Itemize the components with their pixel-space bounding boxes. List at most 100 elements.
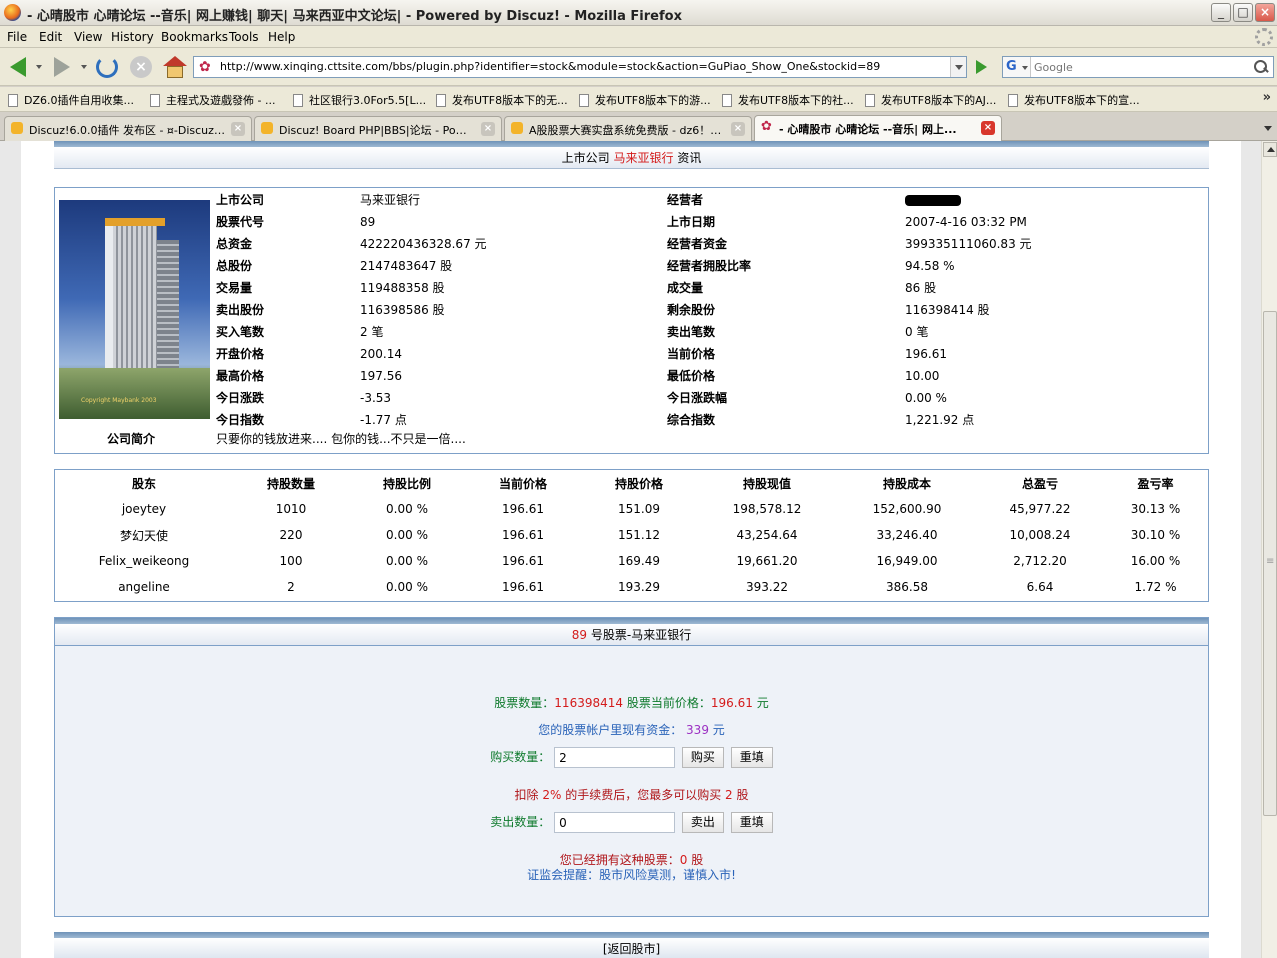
back-button[interactable] <box>4 53 32 81</box>
tab-label: A股股票大赛实盘系统免费版 - dz6！5... <box>529 124 725 137</box>
info-row: 今日涨跌 <box>216 387 264 409</box>
menu-help[interactable]: Help <box>268 30 295 44</box>
buy-button[interactable]: 购买 <box>681 747 724 768</box>
url-history-dropdown[interactable] <box>950 57 966 77</box>
risk-warning-prefix: 证监会提醒： <box>527 868 600 882</box>
bookmark-item[interactable]: 发布UTF8版本下的社... <box>722 92 854 108</box>
search-icon[interactable] <box>1253 59 1269 75</box>
minimize-button[interactable]: _ <box>1211 3 1231 22</box>
header-company-name[interactable]: 马来亚银行 <box>613 151 673 165</box>
buy-quantity-input[interactable] <box>554 747 676 768</box>
menu-bookmarks[interactable]: Bookmarks <box>161 30 228 44</box>
bookmark-item[interactable]: 主程式及遊戲發佈 - ... <box>150 92 275 108</box>
info-value: 197.56 <box>360 369 402 383</box>
bookmark-label: 发布UTF8版本下的AJ... <box>881 94 997 107</box>
maximize-button[interactable]: □ <box>1233 3 1253 22</box>
info-value: 422220436328.67 元 <box>360 237 487 251</box>
url-bar[interactable]: ✿ http://www.xinqing.cttsite.com/bbs/plu… <box>193 56 967 78</box>
menu-edit[interactable]: Edit <box>39 30 62 44</box>
tab-close-icon[interactable]: × <box>231 122 245 136</box>
table-cell: 0.00 % <box>386 502 428 516</box>
menu-file[interactable]: File <box>7 30 27 44</box>
photo-watermark: Copyright Maybank 2003 <box>81 397 157 404</box>
table-cell: 169.49 <box>618 554 660 568</box>
info-value: 10.00 <box>905 369 940 383</box>
scrollbar-thumb[interactable] <box>1263 311 1277 816</box>
table-cell: 151.12 <box>618 528 660 542</box>
info-value: 2 笔 <box>360 325 384 339</box>
page-icon <box>579 93 589 107</box>
info-row: 经营者拥股比率 <box>667 255 751 277</box>
tab-discuz-board[interactable]: Discuz! Board PHP|BBS|论坛 - Powere... × <box>254 116 502 141</box>
company-building-photo: Copyright Maybank 2003 <box>59 200 210 419</box>
info-row: 开盘价格 <box>216 343 264 365</box>
menu-history[interactable]: History <box>111 30 154 44</box>
bookmark-item[interactable]: 发布UTF8版本下的无... <box>436 92 568 108</box>
info-label: 经营者资金 <box>667 237 728 251</box>
menu-view[interactable]: View <box>74 30 102 44</box>
page-icon <box>293 93 303 107</box>
scroll-up-arrow-icon[interactable] <box>1263 142 1277 157</box>
fee-note-text: 扣除 <box>514 788 539 802</box>
bookmark-item[interactable]: 社区银行3.0For5.5[L... <box>293 92 426 108</box>
bookmark-item[interactable]: 发布UTF8版本下的宣... <box>1008 92 1140 108</box>
shareholder-name[interactable]: Felix_weikeong <box>55 548 233 574</box>
tab-close-icon[interactable]: × <box>481 122 495 136</box>
tab-list-dropdown[interactable] <box>1259 116 1277 140</box>
stop-button[interactable]: × <box>127 53 155 81</box>
tab-xinqing-active[interactable]: ✿ - 心晴股市 心晴论坛 --音乐| 网上... × <box>754 115 1002 141</box>
info-label: 今日涨跌 <box>216 391 265 405</box>
table-cell: 16,949.00 <box>876 554 938 568</box>
tab-close-icon[interactable]: × <box>981 121 995 135</box>
reload-button[interactable] <box>93 53 121 81</box>
fee-percent: 2% <box>542 788 562 802</box>
table-cell: 386.58 <box>886 580 928 594</box>
page-viewport: 上市公司 马来亚银行 资讯 Copyright Maybank 2003 上市公… <box>0 141 1261 958</box>
column-header: 持股数量 <box>266 476 315 491</box>
table-cell: 198,578.12 <box>732 502 802 516</box>
menu-tools[interactable]: Tools <box>229 30 259 44</box>
vertical-scrollbar[interactable] <box>1261 141 1277 958</box>
window-titlebar: - 心晴股市 心晴论坛 --音乐| 网上赚钱| 聊天| 马来西亚中文论坛| - … <box>0 0 1277 26</box>
info-label: 当前价格 <box>667 347 716 361</box>
shareholder-name[interactable]: angeline <box>55 574 233 600</box>
info-row: 交易量 <box>216 277 252 299</box>
tab-close-icon[interactable]: × <box>731 122 745 136</box>
shareholder-name[interactable]: 梦幻天使 <box>55 522 233 548</box>
url-text[interactable]: http://www.xinqing.cttsite.com/bbs/plugi… <box>220 60 880 73</box>
info-label: 成交量 <box>667 281 704 295</box>
search-engine-selector[interactable]: G <box>1003 57 1031 77</box>
sell-quantity-input[interactable] <box>554 812 676 833</box>
info-label: 卖出股份 <box>216 303 265 317</box>
go-button[interactable] <box>971 57 991 77</box>
tab-discuz-plugins[interactable]: Discuz!6.0.0插件 发布区 - ¤-Discuz!插... × <box>4 116 252 141</box>
back-history-dropdown[interactable] <box>36 65 42 69</box>
current-price-label: 股票当前价格： <box>626 696 711 710</box>
sell-reset-button[interactable]: 重填 <box>730 812 773 833</box>
close-window-button[interactable]: × <box>1255 3 1275 22</box>
bookmark-item[interactable]: 发布UTF8版本下的AJ... <box>865 92 996 108</box>
home-button[interactable] <box>161 53 189 81</box>
forward-history-dropdown[interactable] <box>81 65 87 69</box>
bookmark-item[interactable]: DZ6.0插件自用收集... <box>8 92 134 108</box>
bookmark-item[interactable]: 发布UTF8版本下的游... <box>579 92 711 108</box>
forward-button[interactable] <box>48 53 76 81</box>
shareholders-table: 股东 持股数量 持股比例 当前价格 持股价格 持股现值 持股成本 总盈亏 盈亏率… <box>55 470 1208 600</box>
trade-stock-number: 89 <box>571 628 588 642</box>
search-input[interactable] <box>1034 59 1244 75</box>
sell-button[interactable]: 卖出 <box>681 812 724 833</box>
page-icon <box>436 93 446 107</box>
column-header: 股东 <box>131 476 156 491</box>
info-label: 最高价格 <box>216 369 265 383</box>
bookmarks-overflow-button[interactable]: » <box>1263 90 1271 105</box>
info-label: 最低价格 <box>667 369 716 383</box>
back-to-market-link[interactable]: [返回股市] <box>603 942 660 956</box>
info-value: 0.00 % <box>905 391 947 405</box>
shareholder-name[interactable]: joeytey <box>55 496 233 522</box>
buy-reset-button[interactable]: 重填 <box>730 747 773 768</box>
table-cell: 30.13 % <box>1130 502 1181 516</box>
stock-quantity-value: 116398414 <box>554 696 624 710</box>
tab-stock-contest[interactable]: A股股票大赛实盘系统免费版 - dz6！5... × <box>504 116 752 141</box>
account-funds-value: 339 <box>686 723 709 737</box>
info-value: 116398414 股 <box>905 303 990 317</box>
